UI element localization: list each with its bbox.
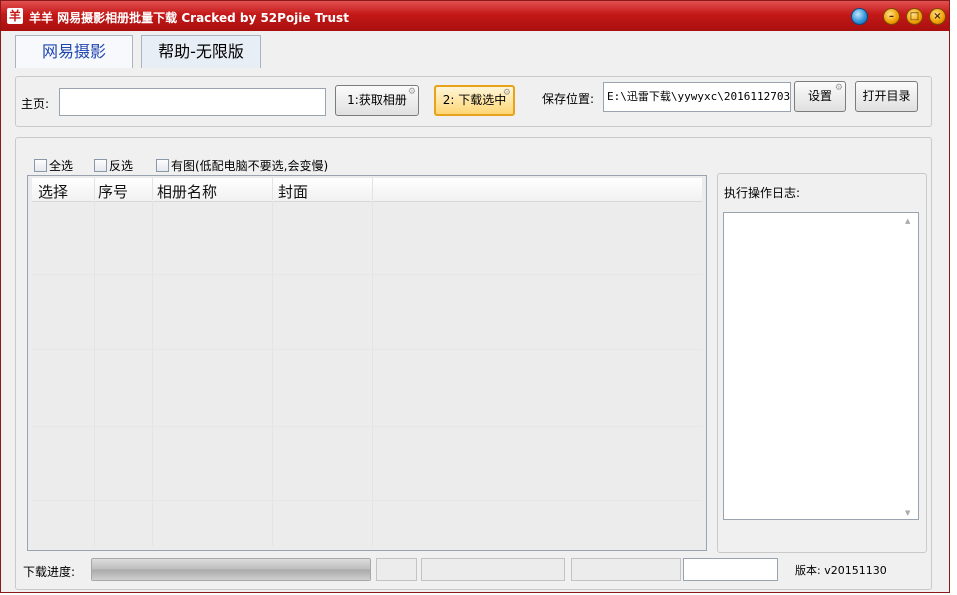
invert-selection-checkbox[interactable]: 反选 bbox=[94, 157, 133, 174]
column-header-index[interactable]: 序号 bbox=[98, 181, 128, 202]
scroll-down-icon[interactable]: ▼ bbox=[905, 509, 946, 589]
gear-decoration-icon: ⚙ bbox=[502, 88, 511, 98]
tab-help[interactable]: 帮助-无限版 bbox=[141, 35, 261, 68]
gear-decoration-icon: ⚙ bbox=[407, 87, 416, 97]
settings-button[interactable]: 设置 ⚙ bbox=[794, 81, 846, 112]
homepage-input[interactable] bbox=[59, 88, 326, 116]
column-divider[interactable] bbox=[152, 178, 153, 200]
checkbox-box bbox=[94, 159, 107, 172]
grid-line bbox=[94, 201, 95, 546]
minimize-button[interactable]: – bbox=[883, 8, 900, 25]
grid-line bbox=[32, 426, 702, 427]
title-bar[interactable]: 羊 羊羊 网易摄影相册批量下载 Cracked by 52Pojie Trust… bbox=[1, 1, 949, 31]
column-divider[interactable] bbox=[94, 178, 95, 200]
checkbox-box bbox=[156, 159, 169, 172]
select-all-checkbox[interactable]: 全选 bbox=[34, 157, 73, 174]
save-location-label: 保存位置: bbox=[542, 92, 595, 106]
homepage-label: 主页: bbox=[21, 97, 50, 111]
grid-line bbox=[272, 201, 273, 546]
column-header-album-name[interactable]: 相册名称 bbox=[157, 181, 217, 202]
download-selected-button[interactable]: 2: 下载选中 ⚙ bbox=[434, 85, 515, 116]
skin-icon[interactable] bbox=[851, 8, 868, 25]
close-button[interactable]: × bbox=[929, 8, 946, 25]
maximize-icon: □ bbox=[909, 11, 920, 22]
maximize-button[interactable]: □ bbox=[906, 8, 923, 25]
grid-line bbox=[32, 500, 702, 501]
close-icon: × bbox=[933, 11, 942, 22]
select-all-label: 全选 bbox=[49, 159, 74, 173]
grid-line bbox=[372, 201, 373, 546]
column-header-select[interactable]: 选择 bbox=[38, 181, 68, 202]
status-input-cell[interactable] bbox=[683, 558, 778, 581]
download-selected-label: 2: 下载选中 bbox=[442, 93, 507, 107]
grid-line bbox=[32, 274, 702, 275]
fetch-albums-label: 1:获取相册 bbox=[347, 93, 407, 107]
scroll-up-icon[interactable]: ▲ bbox=[905, 217, 946, 225]
status-cell bbox=[421, 558, 565, 581]
settings-label: 设置 bbox=[807, 89, 832, 103]
album-table[interactable]: 选择 序号 相册名称 封面 bbox=[27, 175, 707, 551]
fetch-albums-button[interactable]: 1:获取相册 ⚙ bbox=[335, 85, 419, 116]
status-cell bbox=[376, 558, 417, 581]
status-cell bbox=[571, 558, 681, 581]
download-progress-bar bbox=[91, 558, 371, 581]
tab-netease-photo[interactable]: 网易摄影 bbox=[15, 35, 133, 68]
grid-line bbox=[32, 349, 702, 350]
invert-selection-label: 反选 bbox=[109, 159, 134, 173]
app-logo-icon: 羊 bbox=[7, 8, 23, 24]
log-textarea[interactable] bbox=[723, 212, 919, 520]
progress-fill bbox=[92, 559, 370, 580]
grid-line bbox=[152, 201, 153, 546]
column-header-cover[interactable]: 封面 bbox=[278, 181, 308, 202]
save-path-input[interactable]: E:\迅雷下载\yywyxc\2016112703 bbox=[603, 82, 791, 112]
column-divider[interactable] bbox=[372, 178, 373, 200]
with-image-checkbox[interactable]: 有图(低配电脑不要选,会变慢) bbox=[156, 157, 328, 174]
gear-decoration-icon: ⚙ bbox=[834, 83, 843, 93]
table-header: 选择 序号 相册名称 封面 bbox=[32, 178, 702, 202]
progress-label: 下载进度: bbox=[23, 565, 76, 579]
app-window: 羊 羊羊 网易摄影相册批量下载 Cracked by 52Pojie Trust… bbox=[0, 0, 950, 593]
column-divider[interactable] bbox=[272, 178, 273, 200]
open-directory-button[interactable]: 打开目录 bbox=[855, 81, 918, 112]
log-label: 执行操作日志: bbox=[724, 186, 801, 200]
minimize-icon: – bbox=[889, 11, 894, 22]
with-image-label: 有图(低配电脑不要选,会变慢) bbox=[171, 159, 329, 173]
window-title: 羊羊 网易摄影相册批量下载 Cracked by 52Pojie Trust bbox=[29, 11, 349, 25]
version-label: 版本: v20151130 bbox=[795, 564, 887, 577]
checkbox-box bbox=[34, 159, 47, 172]
